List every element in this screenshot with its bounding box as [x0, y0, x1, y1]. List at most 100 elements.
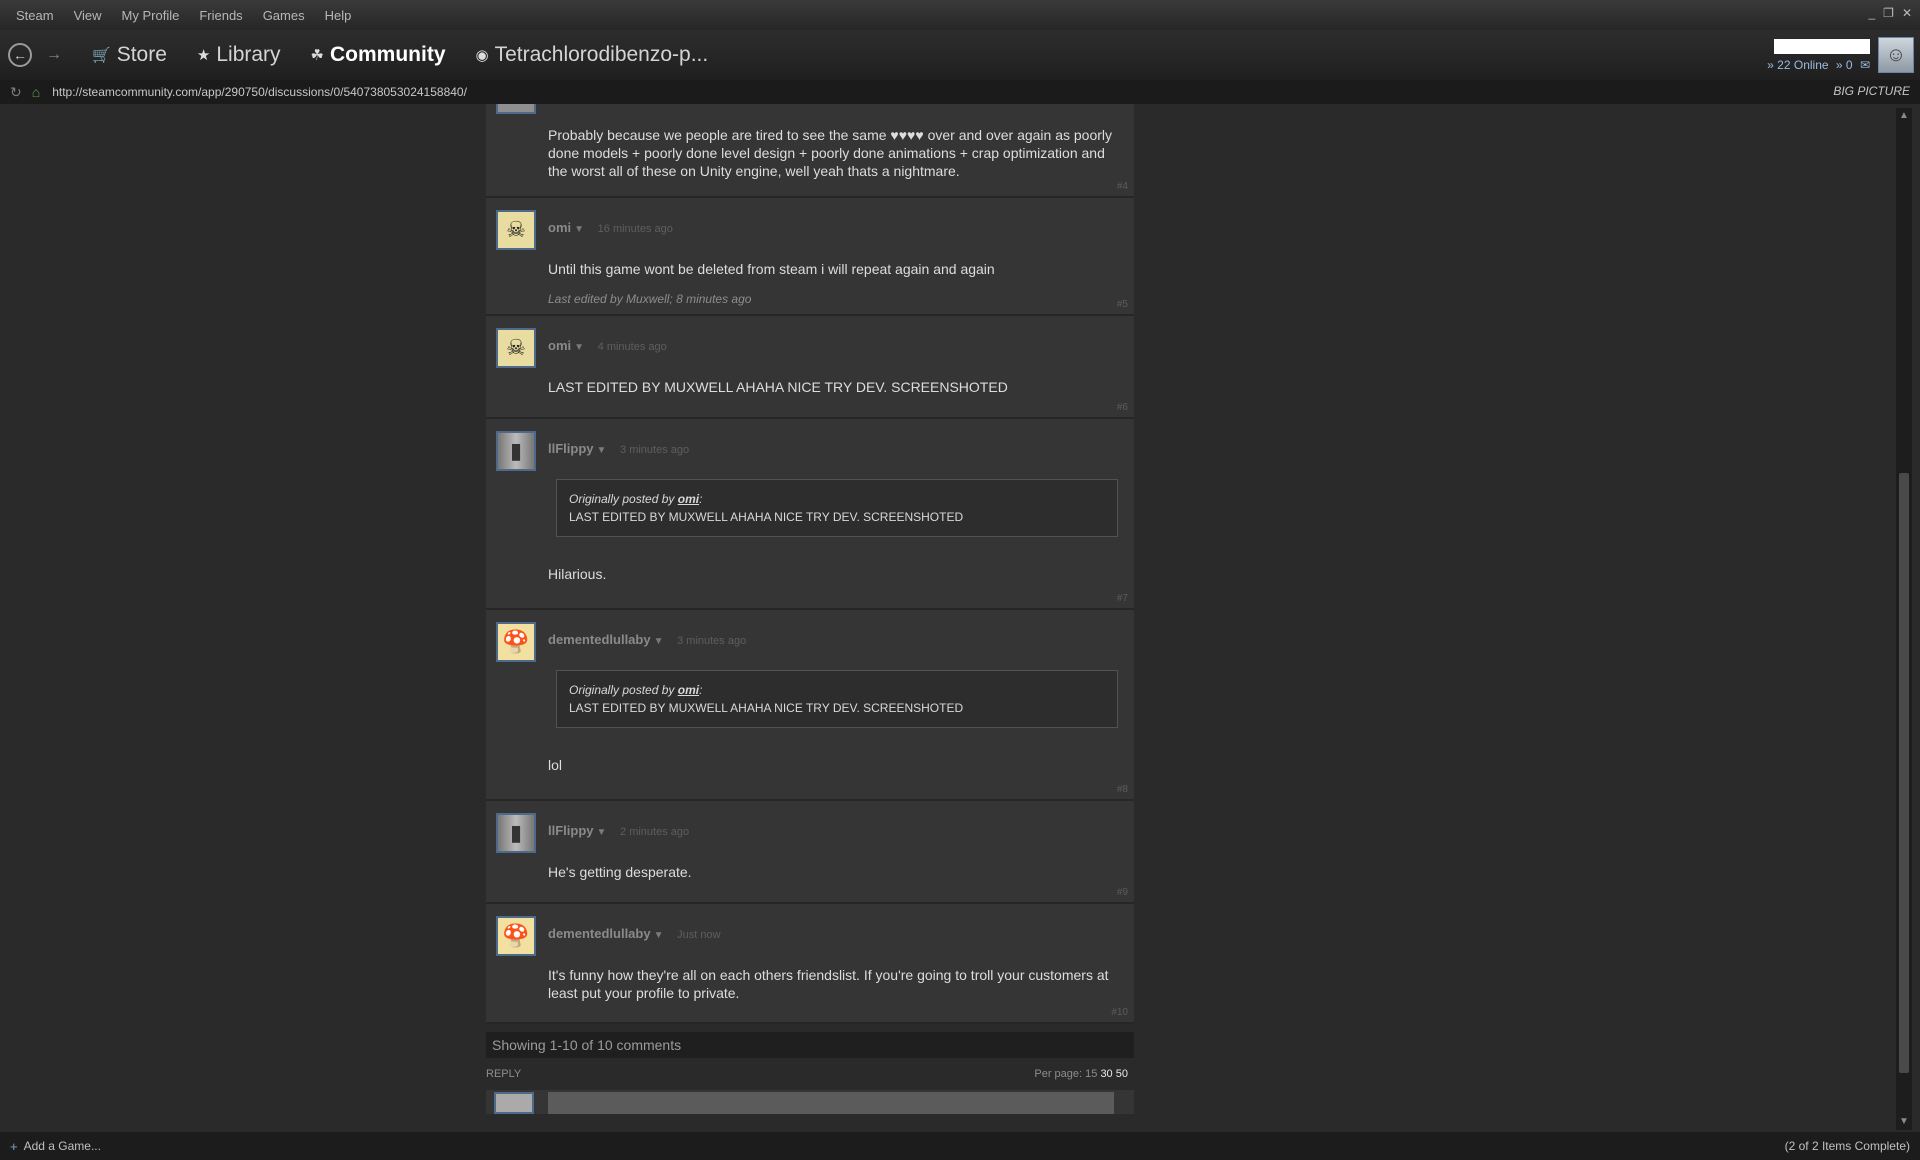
quote-text: LAST EDITED BY MUXWELL AHAHA NICE TRY DE…	[569, 510, 964, 524]
comment-body: lol	[548, 757, 563, 773]
add-game-label: Add a Game...	[23, 1139, 101, 1153]
comment-number[interactable]: #6	[1117, 402, 1128, 413]
dropdown-caret-icon[interactable]: ▼	[654, 930, 664, 941]
status-bar: + Add a Game... (2 of 2 Items Complete)	[0, 1132, 1920, 1160]
per-page-50[interactable]: 50	[1116, 1068, 1128, 1080]
comment-avatar[interactable]	[496, 104, 536, 114]
comment: 🍄 dementedlullaby ▼ Just now It's funny h…	[486, 904, 1134, 1024]
big-picture-button[interactable]: BIG PICTURE	[1833, 84, 1910, 98]
scrollbar[interactable]: ▲ ▼	[1896, 108, 1912, 1130]
quote-block: Originally posted by omi: LAST EDITED BY…	[556, 670, 1118, 728]
mushroom-icon: 🍄	[502, 629, 530, 654]
user-avatar[interactable]: ☺	[1878, 37, 1914, 73]
nav-library-label: Library	[216, 43, 281, 66]
menu-friends[interactable]: Friends	[189, 8, 252, 23]
per-page: Per page: 15 30 50	[1034, 1068, 1128, 1080]
comment-number[interactable]: #10	[1111, 1007, 1128, 1018]
comment: ▮ llFlippy ▼ 2 minutes ago He's getting d…	[486, 801, 1134, 904]
comment-time: Just now	[677, 929, 721, 941]
back-arrow-icon: ←	[13, 47, 27, 63]
dropdown-caret-icon[interactable]: ▼	[597, 445, 607, 456]
comment-avatar[interactable]: ☠	[496, 210, 536, 250]
scroll-up-icon[interactable]: ▲	[1896, 108, 1912, 124]
quote-prefix: Originally posted by	[569, 492, 678, 506]
skull-icon: ☠	[506, 217, 526, 242]
comment-avatar[interactable]: 🍄	[496, 622, 536, 662]
comment-header: omi ▼ 4 minutes ago	[548, 338, 667, 353]
scrollbar-thumb[interactable]	[1899, 473, 1909, 1073]
comment-number[interactable]: #5	[1117, 299, 1128, 310]
minimize-button[interactable]: _	[1868, 6, 1875, 20]
comment-body: He's getting desperate.	[548, 864, 692, 880]
per-page-30[interactable]: 30	[1100, 1068, 1112, 1080]
download-status[interactable]: (2 of 2 Items Complete)	[1785, 1139, 1910, 1153]
add-game-button[interactable]: + Add a Game...	[10, 1139, 101, 1154]
comment-number[interactable]: #8	[1117, 784, 1128, 795]
dropdown-caret-icon[interactable]: ▼	[574, 224, 584, 235]
comment-author[interactable]: dementedlullaby	[548, 926, 651, 941]
envelope-icon[interactable]: ✉	[1860, 58, 1870, 72]
rss-icon: ◉	[475, 47, 489, 64]
per-page-15[interactable]: 15	[1085, 1068, 1097, 1080]
scroll-down-icon[interactable]: ▼	[1896, 1114, 1912, 1130]
username-redacted[interactable]	[1774, 38, 1870, 54]
menu-my-profile[interactable]: My Profile	[112, 8, 190, 23]
window-controls: _ ❐ ✕	[1868, 6, 1912, 20]
nav-store-label: Store	[116, 43, 167, 66]
url-text[interactable]: http://steamcommunity.com/app/290750/dis…	[52, 85, 467, 99]
plus-icon: +	[10, 1138, 18, 1154]
friends-online-link[interactable]: » 22 Online	[1767, 58, 1828, 72]
dropdown-caret-icon[interactable]: ▼	[574, 342, 584, 353]
comment-time: 3 minutes ago	[677, 635, 747, 647]
messages-count[interactable]: » 0	[1836, 58, 1853, 72]
comment-time: 4 minutes ago	[597, 341, 667, 353]
nav-bar: ← → 🛒 Store ★ Library ☘ Community ◉ Tetr…	[0, 30, 1920, 80]
community-icon: ☘	[310, 47, 324, 64]
nav-library[interactable]: ★ Library	[197, 43, 281, 67]
comment-author[interactable]: omi	[548, 338, 571, 353]
comment-author[interactable]: dementedlullaby	[548, 632, 651, 647]
reply-row: REPLY Per page: 15 30 50	[486, 1058, 1134, 1080]
menu-steam[interactable]: Steam	[6, 8, 64, 23]
back-button[interactable]: ←	[8, 43, 32, 67]
quote-author-link[interactable]: omi	[678, 683, 699, 697]
comment-number[interactable]: #9	[1117, 887, 1128, 898]
comment-avatar[interactable]: 🍄	[496, 916, 536, 956]
comment-avatar[interactable]: ▮	[496, 813, 536, 853]
comment-avatar[interactable]: ☠	[496, 328, 536, 368]
nav-page-title[interactable]: ◉ Tetrachlorodibenzo-p...	[476, 43, 709, 67]
dropdown-caret-icon[interactable]: ▼	[654, 636, 664, 647]
comment-header: omi ▼ 16 minutes ago	[548, 220, 673, 235]
forward-arrow-icon[interactable]: →	[46, 46, 62, 64]
url-bar: ↻ ⌂ http://steamcommunity.com/app/290750…	[0, 80, 1920, 104]
menu-help[interactable]: Help	[315, 8, 362, 23]
quote-attribution: Originally posted by omi:	[569, 683, 703, 697]
reply-input[interactable]	[548, 1092, 1114, 1114]
comments-count: Showing 1-10 of 10 comments	[492, 1037, 682, 1053]
maximize-button[interactable]: ❐	[1883, 6, 1894, 20]
nav-store[interactable]: 🛒 Store	[92, 43, 167, 67]
nav-page-title-label: Tetrachlorodibenzo-p...	[494, 43, 709, 66]
comment-author[interactable]: omi	[548, 220, 571, 235]
person-icon: ☺	[1885, 43, 1907, 66]
comment-header: llFlippy ▼ 2 minutes ago	[548, 823, 689, 838]
menu-view[interactable]: View	[64, 8, 112, 23]
comment-avatar[interactable]: ▮	[496, 431, 536, 471]
comment-number[interactable]: #4	[1117, 181, 1128, 192]
quote-prefix: Originally posted by	[569, 683, 678, 697]
home-icon[interactable]: ⌂	[32, 84, 40, 100]
comment-author[interactable]: llFlippy	[548, 823, 594, 838]
nav-community[interactable]: ☘ Community	[311, 43, 446, 67]
comment-body: Hilarious.	[548, 566, 607, 582]
menu-games[interactable]: Games	[253, 8, 315, 23]
quote-author-link[interactable]: omi	[678, 492, 699, 506]
comment-number[interactable]: #7	[1117, 593, 1128, 604]
comment-author[interactable]: llFlippy	[548, 441, 594, 456]
reload-icon[interactable]: ↻	[10, 84, 22, 101]
comment: ▮ llFlippy ▼ 3 minutes ago Originally pos…	[486, 419, 1134, 610]
comment-header: llFlippy ▼ 3 minutes ago	[548, 441, 689, 456]
close-button[interactable]: ✕	[1902, 6, 1912, 20]
comment: ☠ omi ▼ 4 minutes ago LAST EDITED BY MUXW…	[486, 316, 1134, 419]
dropdown-caret-icon[interactable]: ▼	[597, 827, 607, 838]
skull-icon: ☠	[506, 335, 526, 360]
